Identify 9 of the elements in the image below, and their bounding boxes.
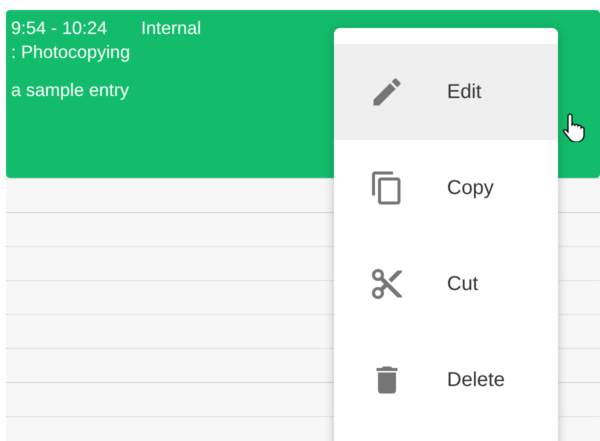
- scissors-icon: [369, 266, 405, 302]
- event-category: Internal: [141, 17, 202, 39]
- menu-item[interactable]: Cut: [334, 236, 558, 332]
- hand-cursor-icon: [562, 112, 586, 142]
- event-description: a sample entry: [11, 79, 130, 101]
- menu-item[interactable]: Delete: [334, 332, 558, 428]
- event-time: 9:54 - 10:24: [11, 17, 108, 39]
- event-subcategory: : Photocopying: [11, 41, 130, 63]
- menu-item[interactable]: Edit: [334, 44, 558, 140]
